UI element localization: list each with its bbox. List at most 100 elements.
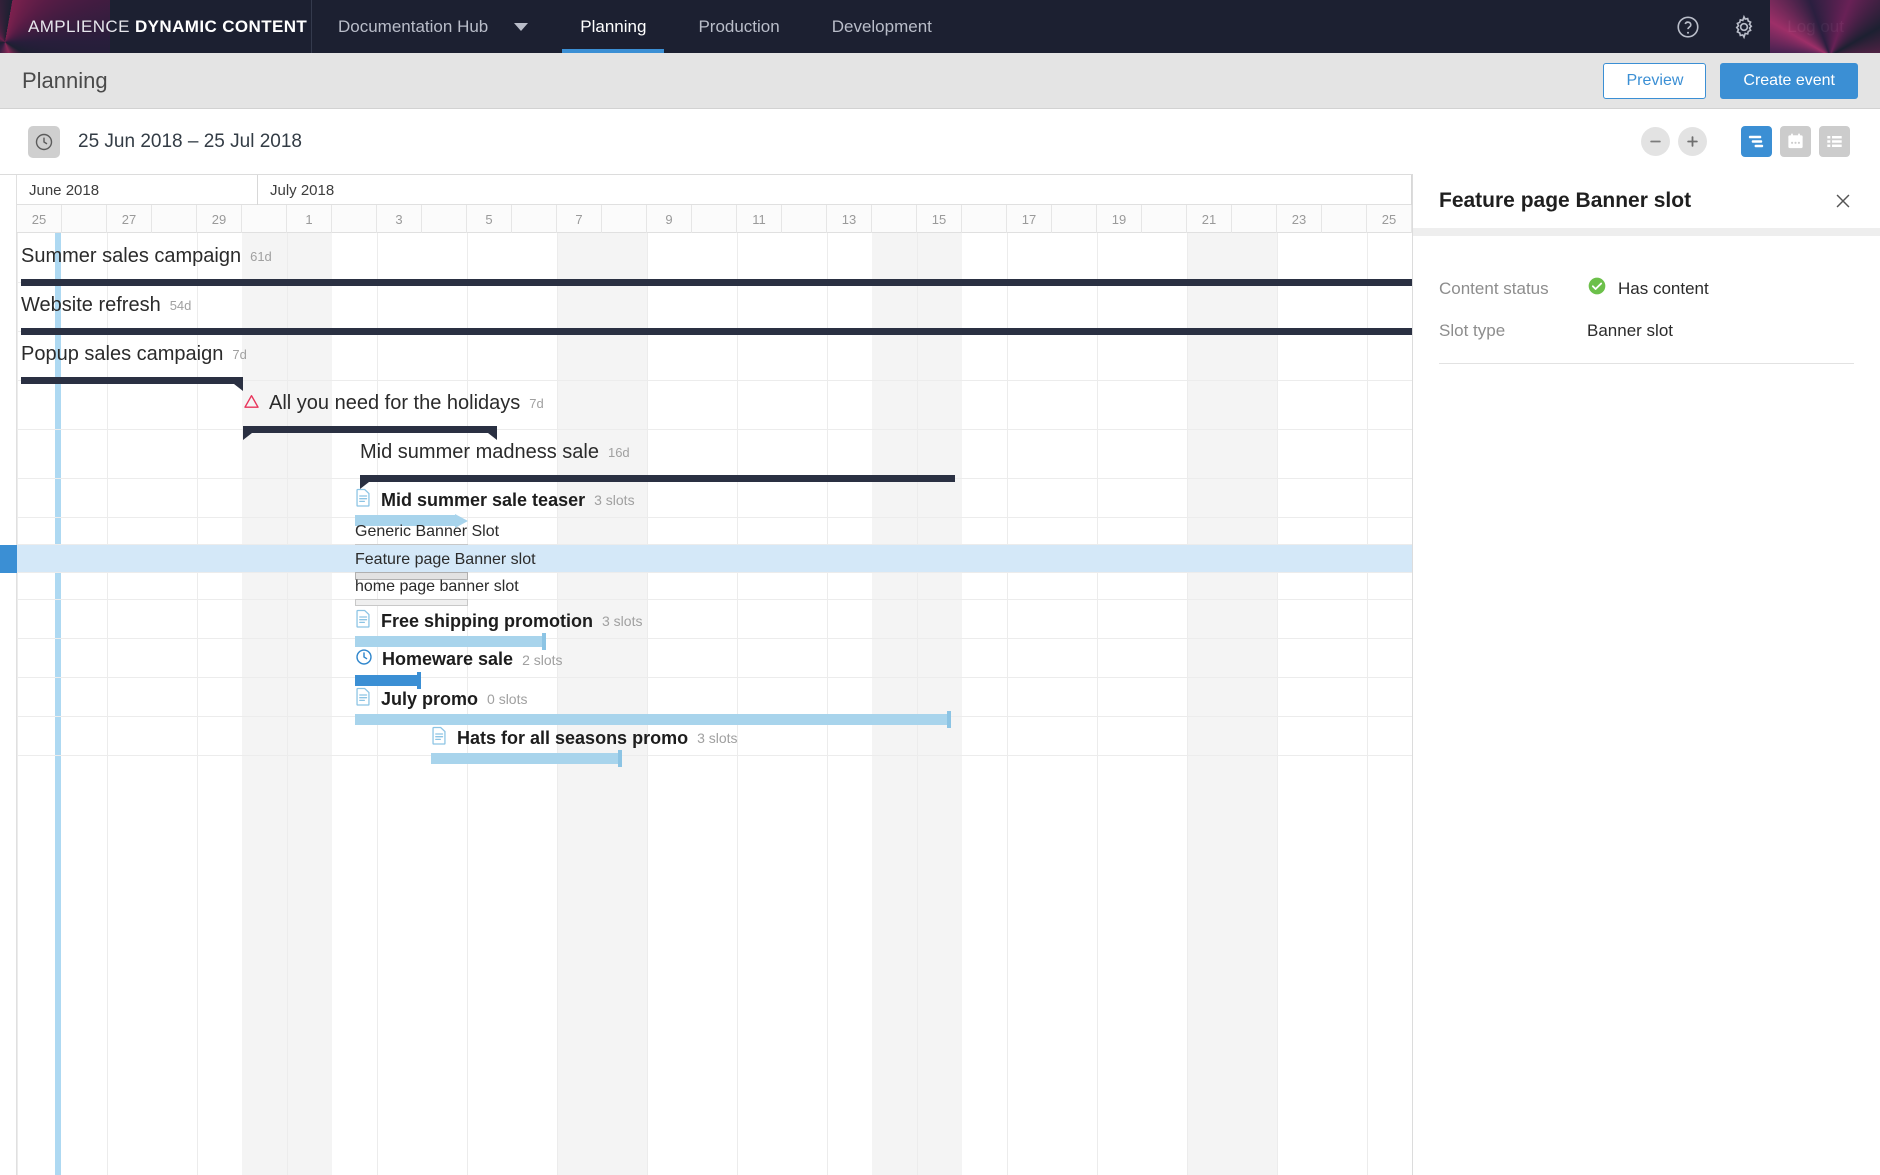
- tab-development-label: Development: [832, 17, 932, 37]
- timeline-row[interactable]: [17, 600, 1412, 639]
- day-header-cell: 13: [827, 205, 872, 233]
- zoom-controls: [1641, 127, 1707, 156]
- row-name: All you need for the holidays: [269, 392, 520, 415]
- timeline-row[interactable]: [17, 283, 1412, 332]
- page-actions: Preview Create event: [1603, 63, 1880, 99]
- day-header-cell: [782, 205, 827, 233]
- day-header-cell: 15: [917, 205, 962, 233]
- row-name: Popup sales campaign: [21, 343, 223, 366]
- timeline-row-label[interactable]: Mid summer madness sale16d: [360, 441, 630, 464]
- row-meta: 3 slots: [697, 730, 737, 746]
- timeline-rows: Summer sales campaign61d Website refresh5…: [17, 233, 1412, 1175]
- brand-name-bold: DYNAMIC CONTENT: [135, 17, 307, 36]
- document-icon: [431, 726, 448, 750]
- timeline-row-label[interactable]: Hats for all seasons promo 3 slots: [431, 726, 738, 750]
- day-header-cell: 23: [1277, 205, 1322, 233]
- timeline-row-label[interactable]: Free shipping promotion3 slots: [355, 609, 642, 633]
- brand-logo[interactable]: AMPLIENCE DYNAMIC CONTENT: [0, 0, 312, 53]
- timeline-row[interactable]: [17, 678, 1412, 717]
- close-icon[interactable]: [1830, 188, 1856, 214]
- timeline-row-label[interactable]: All you need for the holidays7d: [243, 392, 544, 415]
- timeline-row[interactable]: [17, 573, 1412, 600]
- timeline-row-label[interactable]: Website refresh54d: [21, 294, 191, 317]
- preview-button[interactable]: Preview: [1603, 63, 1706, 99]
- row-meta: 16d: [608, 445, 630, 460]
- timeline-row-label[interactable]: Feature page Banner slot: [355, 551, 536, 569]
- day-header-cell: 9: [647, 205, 692, 233]
- hub-selector-label: Documentation Hub: [338, 17, 488, 37]
- nav-right-group: Log out: [1675, 14, 1880, 40]
- property-label: Content status: [1439, 279, 1587, 299]
- zoom-in-button[interactable]: [1678, 127, 1707, 156]
- row-meta: 7d: [232, 347, 246, 362]
- timeline-row[interactable]: [17, 518, 1412, 545]
- detail-panel-header: Feature page Banner slot: [1413, 174, 1880, 236]
- day-header-cell: [872, 205, 917, 233]
- toolbar-right-controls: [1641, 126, 1880, 157]
- day-header-cell: 19: [1097, 205, 1142, 233]
- brand-name-thin: AMPLIENCE: [28, 17, 135, 36]
- day-header-cell: [1052, 205, 1097, 233]
- timeline-row-label[interactable]: Generic Banner Slot: [355, 523, 499, 541]
- day-header-cell: 7: [557, 205, 602, 233]
- tab-production[interactable]: Production: [672, 0, 805, 53]
- day-header-cell: [332, 205, 377, 233]
- day-header-cell: [422, 205, 467, 233]
- day-header-cell: [1322, 205, 1367, 233]
- day-header-cell: 1: [287, 205, 332, 233]
- timeline-row[interactable]: [17, 381, 1412, 430]
- property-value: Has content: [1618, 279, 1709, 299]
- timeline-row-label[interactable]: home page banner slot: [355, 578, 519, 596]
- selected-row-marker: [0, 545, 17, 573]
- clock-icon[interactable]: [28, 126, 60, 158]
- property-label: Slot type: [1439, 321, 1587, 341]
- timeline-chart[interactable]: June 2018July 2018 252729135791113151719…: [0, 174, 1412, 1175]
- timeline-row-label[interactable]: July promo0 slots: [355, 687, 527, 711]
- tab-development[interactable]: Development: [806, 0, 958, 53]
- timeline-row[interactable]: [17, 430, 1412, 479]
- row-name: July promo: [381, 689, 478, 710]
- day-header-cell: [152, 205, 197, 233]
- gear-icon[interactable]: [1731, 14, 1757, 40]
- timeline-row[interactable]: [17, 479, 1412, 518]
- timeline-row[interactable]: [17, 639, 1412, 678]
- property-value-wrap: Banner slot: [1587, 321, 1673, 341]
- day-header-cell: 5: [467, 205, 512, 233]
- timeline-row-label[interactable]: Summer sales campaign61d: [21, 245, 272, 268]
- day-header-cell: [512, 205, 557, 233]
- timeline-icon[interactable]: [1741, 126, 1772, 157]
- timeline-row-label[interactable]: Popup sales campaign 7d: [21, 343, 247, 366]
- chevron-down-icon: [514, 23, 528, 31]
- day-header-cell: 25: [17, 205, 62, 233]
- property-value-wrap: Has content: [1587, 276, 1709, 301]
- zoom-out-button[interactable]: [1641, 127, 1670, 156]
- calendar-icon[interactable]: [1780, 126, 1811, 157]
- day-header-cell: [962, 205, 1007, 233]
- help-circle-icon[interactable]: [1675, 14, 1701, 40]
- timeline-row-label[interactable]: Homeware sale2 slots: [355, 648, 563, 671]
- row-name: Hats for all seasons promo: [457, 728, 688, 749]
- detail-panel-body: Content status Has content Slot type Ban…: [1413, 236, 1880, 364]
- timeline-row-label[interactable]: Mid summer sale teaser3 slots: [355, 488, 635, 512]
- logout-button[interactable]: Log out: [1787, 17, 1844, 37]
- check-circle-green-icon: [1587, 276, 1607, 301]
- timeline-gutter: [0, 175, 17, 1175]
- page-title: Planning: [22, 68, 108, 94]
- date-range-label[interactable]: 25 Jun 2018 – 25 Jul 2018: [78, 131, 302, 153]
- property-slot-type: Slot type Banner slot: [1439, 321, 1854, 341]
- warning-triangle-icon: [243, 393, 260, 415]
- day-header-cell: [1232, 205, 1277, 233]
- timeline-bar[interactable]: [431, 753, 621, 764]
- hub-selector[interactable]: Documentation Hub: [312, 0, 554, 53]
- tab-planning[interactable]: Planning: [554, 0, 672, 53]
- row-name: Mid summer sale teaser: [381, 490, 585, 511]
- row-name: Feature page Banner slot: [355, 551, 536, 569]
- row-meta: 2 slots: [522, 652, 562, 668]
- property-value: Banner slot: [1587, 321, 1673, 341]
- day-header-cell: 21: [1187, 205, 1232, 233]
- list-icon[interactable]: [1819, 126, 1850, 157]
- detail-panel: Feature page Banner slot Content status …: [1412, 174, 1880, 1175]
- create-event-button[interactable]: Create event: [1720, 63, 1858, 99]
- timeline-row[interactable]: [17, 545, 1412, 573]
- month-header-cell: June 2018: [17, 175, 258, 205]
